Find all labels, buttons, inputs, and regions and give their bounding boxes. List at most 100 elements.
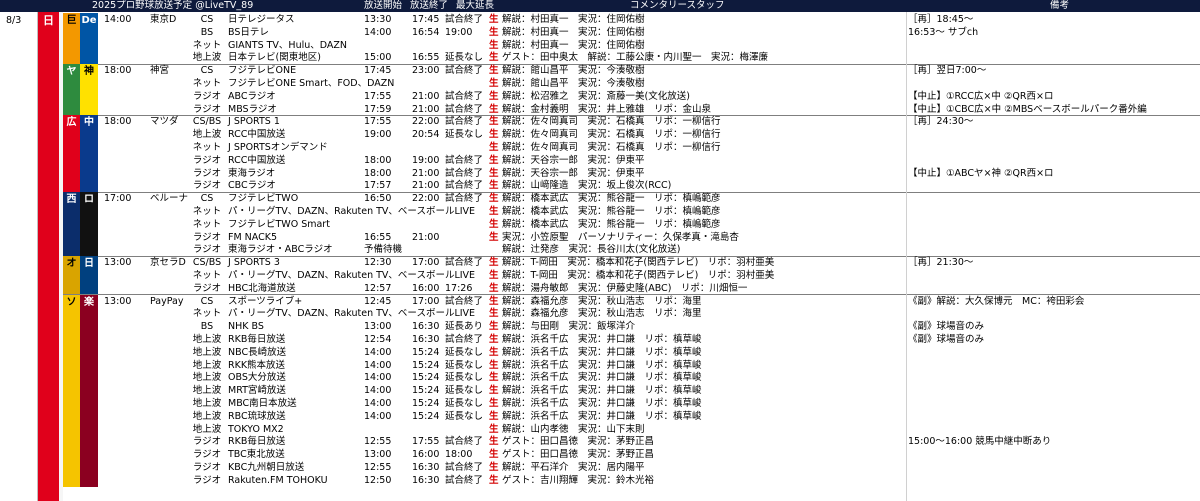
broadcast-row: CS 日テレジータス 13:30 17:45 試合終了生解説：村田真一 実況：住岡佑樹 ［… <box>190 13 1200 26</box>
broadcaster-name: RBC琉球放送 <box>228 410 286 422</box>
broadcast-row: ネット パ・リーグTV、DAZN、Rakuten TV、ベースボールLIVE 生解説… <box>190 205 1200 218</box>
broadcast-row: CS フジテレビTWO 16:50 22:00 試合終了生解説：橋本武広 実況：熊谷龍一… <box>190 192 1200 205</box>
broadcast-type: ラジオ <box>192 167 222 179</box>
broadcast-end: 16:30 <box>412 474 440 486</box>
commentary-staff: 解説：T-岡田 実況：橋本和花子(関西テレビ) リポ：羽村亜美 <box>502 270 775 281</box>
live-mark: 生 <box>489 474 499 486</box>
broadcast-extension: 試合終了 <box>445 103 484 115</box>
broadcast-row: ネット パ・リーグTV、DAZN、Rakuten TV、ベースボールLIVE 生解説… <box>190 307 1200 320</box>
team-a-badge: 西 <box>63 192 80 257</box>
col-ext-header: 最大延長 <box>456 0 495 11</box>
broadcaster-name: FM NACK5 <box>228 231 278 243</box>
broadcast-extension: 17:26 <box>445 282 473 294</box>
broadcaster-name: Rakuten.FM TOHOKU <box>228 474 328 486</box>
broadcast-row: CS/BS J SPORTS 1 17:55 22:00 試合終了生解説：佐々岡真司 実… <box>190 115 1200 128</box>
broadcast-start: 17:55 <box>364 90 392 102</box>
commentary-staff: 解説：浜名千広 実況：井口謙 リポ：槙草峻 <box>502 398 702 409</box>
broadcaster-name: 日テレジータス <box>228 14 295 25</box>
team-a-label: オ <box>66 258 77 270</box>
commentary-staff: 解説：村田真一 実況：住岡佑樹 <box>502 14 645 25</box>
broadcast-extension: 試合終了 <box>445 436 484 448</box>
commentary-staff: 解説：浜名千広 実況：井口謙 リポ：槙草峻 <box>502 410 702 422</box>
broadcaster-name: RKB毎日放送 <box>228 436 286 448</box>
broadcaster-name: フジテレビONE Smart、FOD、DAZN <box>228 78 395 89</box>
broadcast-end: 17:45 <box>412 14 440 25</box>
broadcaster-name: フジテレビTWO <box>228 193 299 205</box>
live-mark: 生 <box>489 14 499 25</box>
commentary-staff: 解説：佐々岡真司 実況：石橋真 リポ：一柳信行 <box>502 142 721 153</box>
broadcast-row: 地上波 RKB毎日放送 12:54 16:30 試合終了生解説：浜名千広 実況：井口謙 … <box>190 333 1200 346</box>
game-stadium: 京セラD <box>150 257 186 269</box>
team-a-label: 広 <box>66 117 77 129</box>
broadcast-type: 地上波 <box>192 410 222 422</box>
broadcast-end: 16:54 <box>412 26 440 38</box>
broadcaster-name: ABCラジオ <box>228 90 276 102</box>
broadcast-type: ラジオ <box>192 449 222 461</box>
broadcast-extension: 試合終了 <box>445 462 484 473</box>
team-a-badge: ヤ <box>63 64 80 116</box>
broadcast-start: 14:00 <box>364 346 392 358</box>
broadcast-row: 地上波 RKK熊本放送 14:00 15:24 延長なし生解説：浜名千広 実況：井口謙 … <box>190 359 1200 372</box>
live-mark: 生 <box>489 410 499 422</box>
team-b-label: 楽 <box>84 296 94 308</box>
broadcaster-name: RCC中国放送 <box>228 154 286 166</box>
broadcast-extension: 19:00 <box>445 26 473 38</box>
broadcast-row: ラジオ 東海ラジオ 18:00 21:00 試合終了生解説：天谷宗一郎 実況：伊東平 【中… <box>190 167 1200 180</box>
broadcast-row: ラジオ HBC北海道放送 12:57 16:00 17:26 生解説：湯舟敏郎 実況：伊藤… <box>190 282 1200 295</box>
broadcast-row: CS スポーツライブ+ 12:45 17:00 試合終了生解説：森福允彦 実況：秋山浩志… <box>190 295 1200 308</box>
live-mark: 生 <box>489 90 499 102</box>
broadcast-type: ラジオ <box>192 474 222 486</box>
col-staff-header: コメンタリースタッフ <box>630 0 725 11</box>
broadcast-extension: 試合終了 <box>445 474 484 486</box>
commentary-staff: 解説：天谷宗一郎 実況：伊東平 <box>502 167 645 179</box>
game-stadium: 東京D <box>150 14 177 25</box>
team-b-label: ロ <box>84 194 94 206</box>
team-a-label: ヤ <box>66 66 77 78</box>
broadcast-row: ネット J SPORTSオンデマンド 生解説：佐々岡真司 実況：石橋真 リポ：一柳信… <box>190 141 1200 154</box>
live-mark: 生 <box>489 308 499 320</box>
broadcast-type: ラジオ <box>192 180 222 192</box>
live-mark: 生 <box>489 129 499 141</box>
live-mark: 生 <box>489 65 499 77</box>
broadcaster-name: スポーツライブ+ <box>228 295 303 307</box>
commentary-staff: 解説：松沼雅之 実況：斎藤一美(文化放送) <box>502 90 690 102</box>
broadcast-type: ラジオ <box>192 103 222 115</box>
broadcast-extension: 試合終了 <box>445 295 484 307</box>
commentary-staff: 解説：村田真一 実況：住岡佑樹 <box>502 26 645 38</box>
broadcast-start: 12:55 <box>364 436 392 448</box>
broadcaster-name: HBC北海道放送 <box>228 282 296 294</box>
broadcast-start: 17:45 <box>364 65 392 77</box>
commentary-staff: 解説：橋本武広 実況：熊谷龍一 リポ：槙嶋範彦 <box>502 193 721 205</box>
broadcast-row: BS NHK BS 13:00 16:30 延長あり生解説：与田剛 実況：飯塚洋介 《副》… <box>190 320 1200 333</box>
commentary-staff: 解説：与田剛 実況：飯塚洋介 <box>502 321 636 333</box>
broadcast-note: ［再］24:30～ <box>908 116 974 128</box>
col-note-header: 備考 <box>1050 0 1070 11</box>
broadcaster-name: TOKYO MX2 <box>228 423 284 435</box>
broadcast-type: ネット <box>192 218 222 230</box>
team-b-badge: 神 <box>80 64 98 116</box>
broadcast-note: ［再］21:30～ <box>908 257 974 269</box>
game-start-time: 18:00 <box>104 65 132 77</box>
broadcast-type: CS/BS <box>192 116 222 128</box>
broadcast-end: 15:24 <box>412 398 440 409</box>
team-b-label: De <box>81 15 97 26</box>
broadcaster-name: MRT宮崎放送 <box>228 385 286 397</box>
broadcast-extension: 試合終了 <box>445 167 484 179</box>
broadcast-end: 15:24 <box>412 410 440 422</box>
broadcast-end: 15:24 <box>412 385 440 397</box>
broadcast-start: 13:00 <box>364 449 392 461</box>
broadcast-extension: 試合終了 <box>445 116 484 128</box>
column-divider <box>906 12 907 501</box>
team-a-badge: 巨 <box>63 13 80 65</box>
broadcast-end: 17:00 <box>412 295 440 307</box>
live-mark: 生 <box>489 372 499 384</box>
team-a-label: ソ <box>66 296 77 308</box>
broadcast-start: 12:50 <box>364 474 392 486</box>
broadcast-end: 15:24 <box>412 372 440 384</box>
day-label: 日 <box>43 14 54 27</box>
broadcast-end: 21:00 <box>412 180 440 192</box>
live-mark: 生 <box>489 295 499 307</box>
broadcast-extension: 延長なし <box>445 410 484 422</box>
team-a-label: 西 <box>66 194 77 206</box>
live-mark: 生 <box>489 26 499 38</box>
